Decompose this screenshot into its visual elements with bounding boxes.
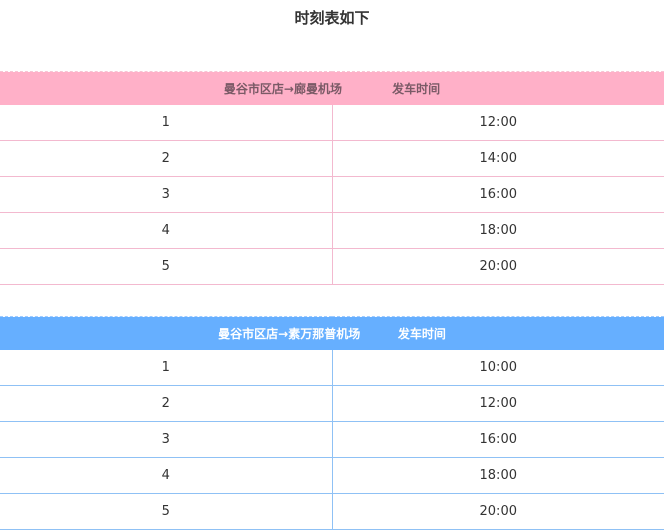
table-header-row: 曼谷市区店→素万那普机场 发车时间 [0, 316, 664, 350]
departure-time: 16:00 [332, 421, 664, 458]
row-number: 4 [0, 212, 333, 249]
departure-time: 12:00 [332, 105, 664, 141]
table-row: 1 12:00 [0, 105, 664, 141]
row-number: 1 [0, 350, 333, 386]
row-number: 1 [0, 105, 333, 141]
row-number: 5 [0, 248, 333, 285]
table-row: 2 12:00 [0, 385, 664, 422]
table-row: 3 16:00 [0, 421, 664, 458]
schedule-table-suvarnabhumi: 曼谷市区店→素万那普机场 发车时间 1 10:00 2 12:00 3 16:0… [0, 316, 664, 530]
row-number: 5 [0, 493, 333, 530]
departure-time: 16:00 [332, 176, 664, 213]
table-row: 4 18:00 [0, 457, 664, 494]
row-number: 3 [0, 176, 333, 213]
row-number: 2 [0, 140, 333, 177]
departure-time: 12:00 [332, 385, 664, 422]
departure-time: 10:00 [332, 350, 664, 386]
departure-time: 20:00 [332, 493, 664, 530]
table-row: 4 18:00 [0, 212, 664, 249]
table-header: 曼谷市区店→素万那普机场 发车时间 [0, 316, 664, 350]
row-number: 2 [0, 385, 333, 422]
table-row: 2 14:00 [0, 140, 664, 177]
row-number: 4 [0, 457, 333, 494]
page-title: 时刻表如下 [294, 9, 370, 27]
table-header: 曼谷市区店→廊曼机场 发车时间 [0, 71, 664, 105]
departure-time: 14:00 [332, 140, 664, 177]
table-row: 5 20:00 [0, 493, 664, 530]
departure-time: 18:00 [332, 457, 664, 494]
departure-time: 18:00 [332, 212, 664, 249]
table-row: 3 16:00 [0, 176, 664, 213]
table-header-row: 曼谷市区店→廊曼机场 发车时间 [0, 71, 664, 105]
schedule-table-don-mueang: 曼谷市区店→廊曼机场 发车时间 1 12:00 2 14:00 3 16:00 … [0, 71, 664, 285]
row-number: 3 [0, 421, 333, 458]
table-row: 1 10:00 [0, 350, 664, 386]
table-row: 5 20:00 [0, 248, 664, 285]
departure-time: 20:00 [332, 248, 664, 285]
